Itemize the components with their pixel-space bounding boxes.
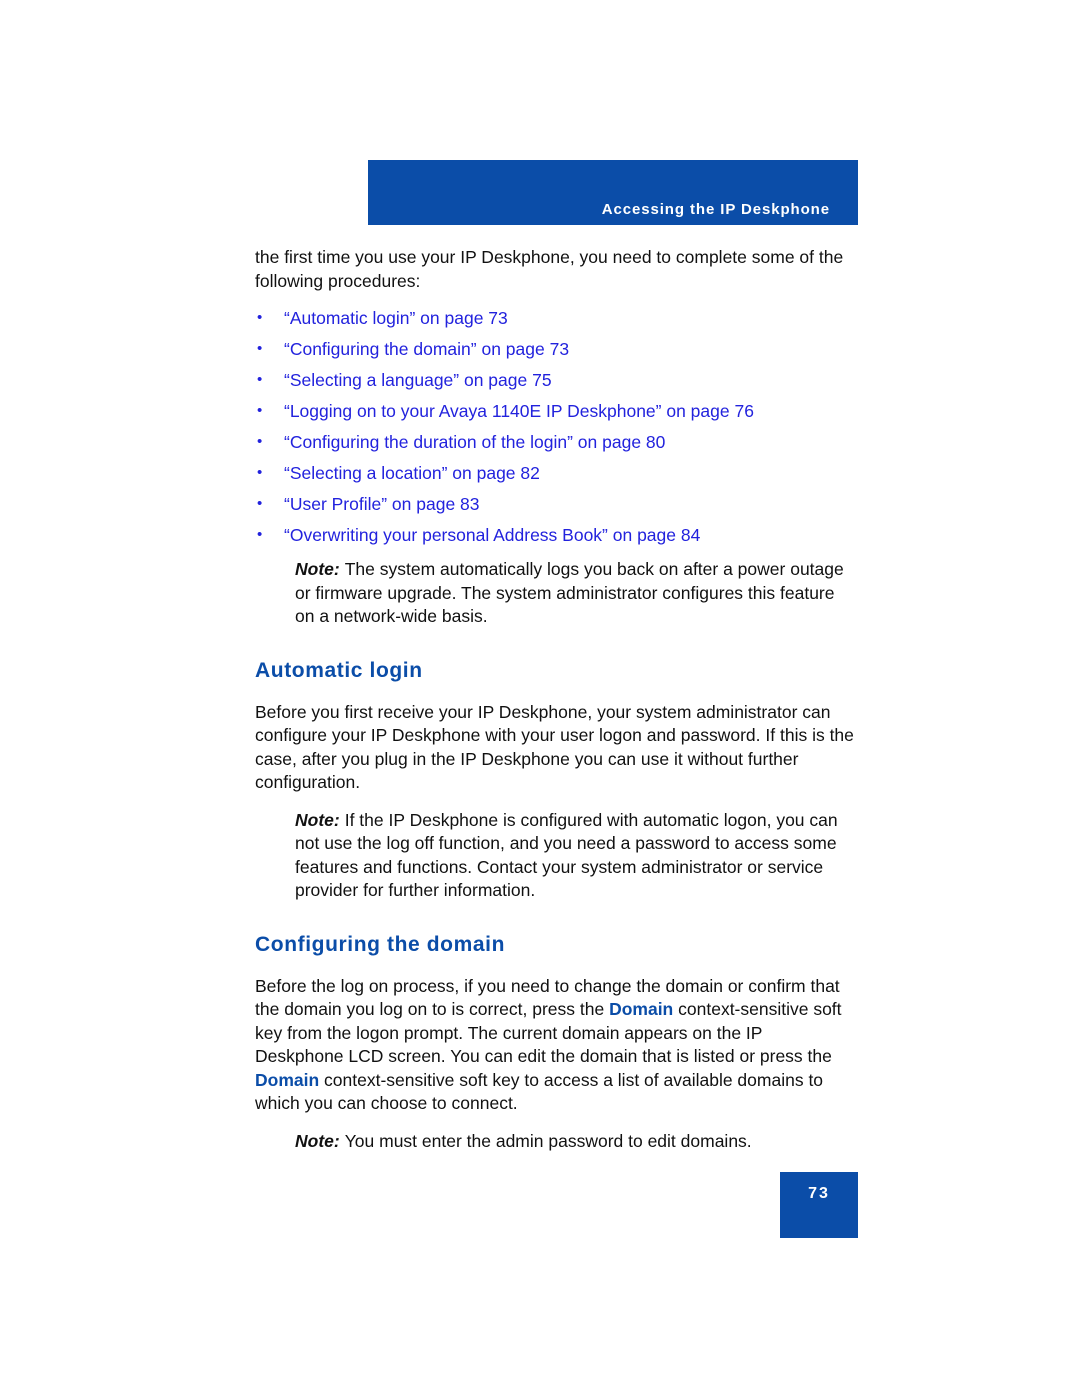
note-block-three: Note: You must enter the admin password t…	[295, 1130, 855, 1154]
page-header-band: Accessing the IP Deskphone	[368, 160, 858, 225]
configuring-domain-paragraph: Before the log on process, if you need t…	[255, 975, 855, 1116]
note-text: If the IP Deskphone is configured with a…	[295, 809, 838, 901]
note-text: You must enter the admin password to edi…	[344, 1130, 752, 1151]
bullet-icon: •	[257, 309, 263, 326]
note-text: The system automatically logs you back o…	[295, 559, 844, 626]
list-item[interactable]: • “Logging on to your Avaya 1140E IP Des…	[255, 400, 855, 422]
document-page: Accessing the IP Deskphone the first tim…	[0, 0, 1080, 1397]
heading-configuring-the-domain: Configuring the domain	[255, 932, 506, 956]
bullet-icon: •	[257, 371, 263, 388]
bullet-icon: •	[257, 402, 263, 419]
heading-automatic-login: Automatic login	[255, 658, 423, 682]
soft-key-reference-domain: Domain	[609, 999, 674, 1019]
paragraph-segment: context-sensitive soft key to access a l…	[255, 1069, 824, 1114]
list-item[interactable]: • “Configuring the domain” on page 73	[255, 338, 855, 360]
note-block-one: Note: The system automatically logs you b…	[295, 558, 855, 629]
bullet-icon: •	[257, 340, 263, 357]
cross-reference-link[interactable]: “Configuring the domain” on page 73	[284, 339, 569, 359]
page-header-title: Accessing the IP Deskphone	[601, 201, 830, 218]
footer-page-number: 73	[808, 1185, 830, 1202]
list-item[interactable]: • “User Profile” on page 83	[255, 493, 855, 515]
cross-reference-link[interactable]: “Configuring the duration of the login” …	[284, 432, 665, 452]
note-label: Note:	[295, 809, 340, 830]
bullet-icon: •	[257, 495, 263, 512]
cross-reference-list: • “Automatic login” on page 73 • “Config…	[255, 307, 855, 546]
list-item[interactable]: • “Automatic login” on page 73	[255, 307, 855, 329]
cross-reference-link[interactable]: “Selecting a language” on page 75	[284, 370, 552, 390]
cross-reference-link[interactable]: “Logging on to your Avaya 1140E IP Deskp…	[284, 401, 754, 421]
list-item[interactable]: • “Configuring the duration of the login…	[255, 431, 855, 453]
bullet-icon: •	[257, 433, 263, 450]
cross-reference-link[interactable]: “Selecting a location” on page 82	[284, 463, 540, 483]
note-block-two: Note: If the IP Deskphone is configured w…	[295, 809, 855, 903]
document-content: the first time you use your IP Deskphone…	[255, 246, 855, 1167]
list-item[interactable]: • “Overwriting your personal Address Boo…	[255, 524, 855, 546]
bullet-icon: •	[257, 464, 263, 481]
soft-key-reference-domain: Domain	[255, 1069, 320, 1090]
bullet-icon: •	[257, 526, 263, 543]
note-label: Note:	[295, 1130, 340, 1151]
intro-paragraph: the first time you use your IP Deskphone…	[255, 247, 844, 291]
note-label: Note:	[295, 559, 340, 579]
footer-page-number-box: 73	[780, 1172, 858, 1238]
cross-reference-link[interactable]: “User Profile” on page 83	[284, 494, 480, 514]
cross-reference-link[interactable]: “Overwriting your personal Address Book”…	[284, 525, 700, 545]
list-item[interactable]: • “Selecting a location” on page 82	[255, 462, 855, 484]
list-item[interactable]: • “Selecting a language” on page 75	[255, 369, 855, 391]
automatic-login-paragraph: Before you first receive your IP Deskpho…	[255, 701, 854, 793]
cross-reference-link[interactable]: “Automatic login” on page 73	[284, 308, 508, 328]
